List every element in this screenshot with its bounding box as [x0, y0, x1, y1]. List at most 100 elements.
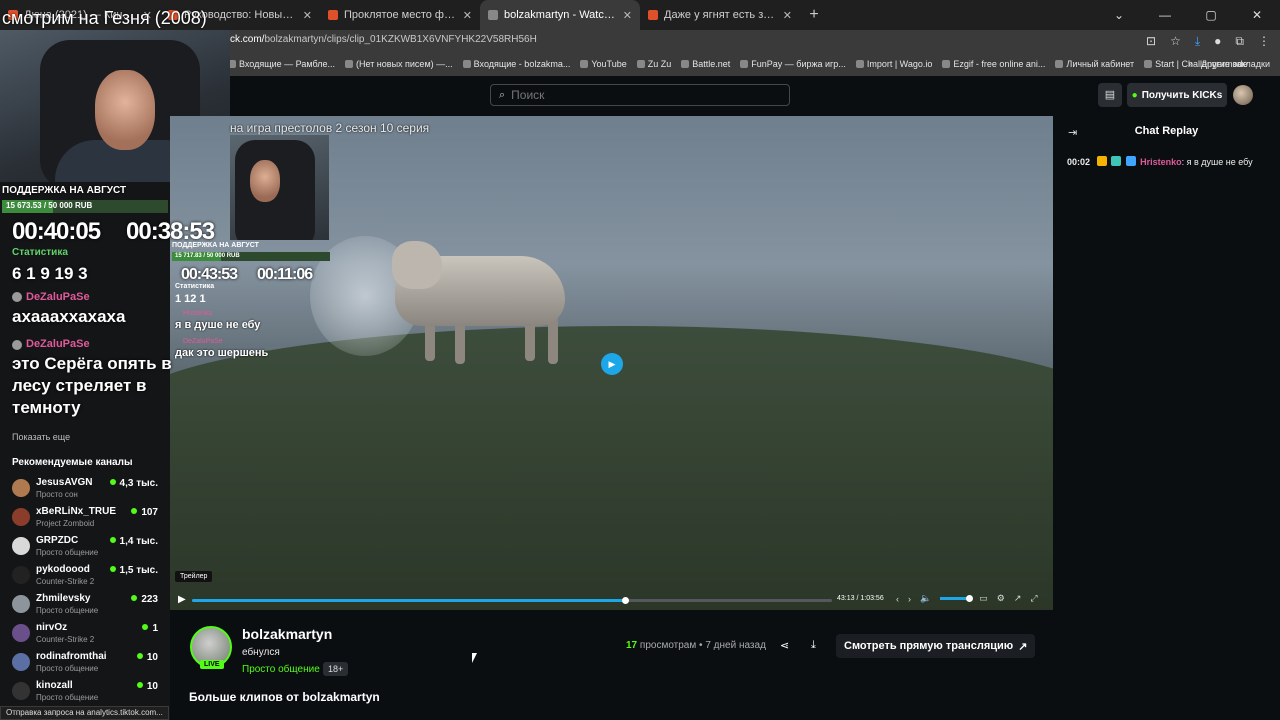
bookmark-favicon-icon: [1144, 60, 1153, 68]
play-overlay-button[interactable]: ▶: [601, 353, 623, 375]
support-progress-bar-small: 15 717.83 / 50 000 RUB: [172, 252, 330, 261]
window-controls: ⌄ — ▢ ✕: [1096, 0, 1280, 30]
channel-avatar: [12, 653, 30, 671]
mouse-cursor: [472, 653, 477, 663]
tab-close-icon[interactable]: ✕: [463, 9, 472, 22]
video-overlay-title: на игра престолов 2 сезон 10 серия: [230, 121, 430, 135]
timer-left: 00:40:05: [12, 218, 101, 245]
bookmark-item[interactable]: Import | Wago.io: [855, 59, 932, 69]
download-icon[interactable]: ⤓: [1195, 34, 1200, 49]
captions-icon[interactable]: ▭: [979, 593, 988, 604]
download-icon: ⤓: [811, 639, 816, 651]
maximize-icon[interactable]: ▢: [1188, 0, 1234, 30]
browser-tab[interactable]: Даже у ягнят есть зубы фильм✕: [640, 0, 800, 30]
tab-list-icon[interactable]: ⌄: [1096, 0, 1142, 30]
show-more-link[interactable]: Показать еще: [12, 432, 70, 442]
tab-close-icon[interactable]: ✕: [623, 9, 632, 22]
browser-tab-active[interactable]: bolzakmartyn - Watch clips✕: [480, 0, 640, 30]
bookmark-star-icon[interactable]: ☆: [1170, 34, 1181, 49]
bookmark-item[interactable]: FunPay — биржа игр...: [740, 59, 846, 69]
bookmark-favicon-icon: [942, 60, 951, 68]
recommended-channel[interactable]: JesusAVGN Просто сон 4,3 тыс.: [12, 477, 162, 505]
recommended-channel[interactable]: kinozall Просто общение 10: [12, 680, 162, 708]
bookmark-favicon-icon: [462, 60, 471, 68]
seek-bar[interactable]: [192, 597, 832, 604]
download-button[interactable]: ⤓: [811, 639, 816, 652]
overlay-chat-user-small: Hristenko: [183, 310, 213, 317]
bookmark-favicon-icon: [681, 60, 690, 68]
bookmark-favicon-icon: [1055, 60, 1064, 68]
sub-badge-icon: [1111, 156, 1122, 166]
close-window-icon[interactable]: ✕: [1234, 0, 1280, 30]
fullscreen-icon[interactable]: ⤢: [1030, 593, 1037, 604]
popout-icon[interactable]: ↗: [1014, 593, 1022, 604]
tab-close-icon[interactable]: ✕: [783, 9, 792, 22]
tab-close-icon[interactable]: ✕: [303, 9, 312, 22]
overlay-chat-message-small: я в душе не ебу: [175, 319, 261, 331]
bookmark-item[interactable]: Входящие — Рамбле...: [228, 59, 335, 69]
channel-avatar: [12, 479, 30, 497]
address-bar-icons: ⊡ ☆ ⤓ ● ⧉ ⋮: [1146, 34, 1270, 49]
profile-icon[interactable]: ●: [1214, 34, 1221, 49]
user-avatar[interactable]: [1233, 85, 1253, 105]
channel-avatar: [12, 566, 30, 584]
bookmark-item[interactable]: (Нет новых писем) —...: [344, 59, 453, 69]
browser-status-bar: Отправка запроса на analytics.tiktok.com…: [0, 706, 169, 720]
search-input[interactable]: [511, 88, 772, 102]
extensions-icon[interactable]: ⧉: [1235, 34, 1244, 49]
verified-badge-icon: [1125, 156, 1136, 166]
settings-icon[interactable]: ⚙: [997, 593, 1005, 604]
stats-counts-small: 1 12 1: [175, 293, 206, 305]
watch-live-button[interactable]: Смотреть прямую трансляцию ↗: [836, 634, 1036, 658]
install-app-icon[interactable]: ⊡: [1146, 34, 1156, 49]
recommended-channel[interactable]: pykodoood Counter-Strike 2 1,5 тыс.: [12, 564, 162, 592]
recommended-channel[interactable]: GRPZDC Просто общение 1,4 тыс.: [12, 535, 162, 563]
new-tab-button[interactable]: +: [800, 6, 828, 24]
stats-label: Статистика: [12, 247, 68, 258]
overlay-chat-message: это Серёга опять в лесу стреляет в темно…: [12, 354, 172, 417]
timer-right-small: 00:11:06: [257, 266, 313, 283]
minimize-icon[interactable]: —: [1142, 0, 1188, 30]
recommended-channel[interactable]: rodinafromthai Просто общение 10: [12, 651, 162, 679]
browser-tab[interactable]: Проклятое место фильм, 2013✕: [320, 0, 480, 30]
overlay-chat-user: DeZaluPaSe: [26, 291, 90, 303]
menu-dots-icon[interactable]: ⋮: [1258, 34, 1270, 49]
category-link[interactable]: Просто общение: [242, 664, 320, 675]
url-field[interactable]: ck.com/bolzakmartyn/clips/clip_01KZKWB1X…: [230, 34, 537, 45]
bookmarks-list: Входящие — Рамбле... (Нет новых писем) —.…: [228, 59, 1248, 69]
bookmark-item[interactable]: Входящие - bolzakma...: [462, 59, 570, 69]
share-button[interactable]: ⋖: [780, 639, 789, 652]
prev-icon[interactable]: ‹: [896, 594, 899, 604]
support-progress-bar: 15 673.53 / 50 000 RUB: [2, 200, 168, 213]
get-kicks-button[interactable]: ● Получить KICKs: [1127, 83, 1227, 107]
layout-icon: ▤: [1104, 89, 1116, 101]
search-box[interactable]: ⌕: [490, 84, 790, 106]
other-bookmarks[interactable]: Другие закладки: [1201, 59, 1270, 69]
volume-slider[interactable]: [940, 595, 974, 602]
timer-left-small: 00:43:53: [181, 266, 238, 283]
bookmark-item[interactable]: Ezgif - free online ani...: [942, 59, 1045, 69]
next-icon[interactable]: ›: [908, 594, 911, 604]
seek-knob[interactable]: [621, 597, 629, 604]
volume-icon[interactable]: 🔈: [920, 593, 931, 604]
bookmarks-more-icon[interactable]: »: [1188, 59, 1193, 69]
channel-avatar: [12, 682, 30, 700]
bookmark-item[interactable]: Zu Zu: [636, 59, 671, 69]
stats-label-small: Статистика: [175, 283, 215, 290]
support-label-small: ПОДДЕРЖКА НА АВГУСТ: [172, 242, 259, 249]
tab-favicon-icon: [648, 10, 658, 20]
bookmark-item[interactable]: Личный кабинет: [1055, 59, 1134, 69]
play-button[interactable]: ▶: [178, 594, 186, 605]
trailer-tooltip: Трейлер: [175, 571, 213, 582]
recommended-channel[interactable]: nirvOz Counter-Strike 21: [12, 622, 162, 650]
chat-user-icon: [12, 340, 22, 350]
overlay-chat-user: DeZaluPaSe: [26, 338, 90, 350]
tab-favicon-icon: [328, 10, 338, 20]
recommended-channel[interactable]: xBeRLiNx_TRUE Project Zomboid 107: [12, 506, 162, 534]
recommended-channel[interactable]: Zhmilevsky Просто общение 223: [12, 593, 162, 621]
channel-name[interactable]: bolzakmartyn: [242, 626, 332, 642]
layout-toggle-button[interactable]: ▤: [1098, 83, 1122, 107]
bookmark-item[interactable]: YouTube: [580, 59, 627, 69]
crown-badge-icon: [1096, 156, 1107, 166]
bookmark-item[interactable]: Battle.net: [681, 59, 730, 69]
